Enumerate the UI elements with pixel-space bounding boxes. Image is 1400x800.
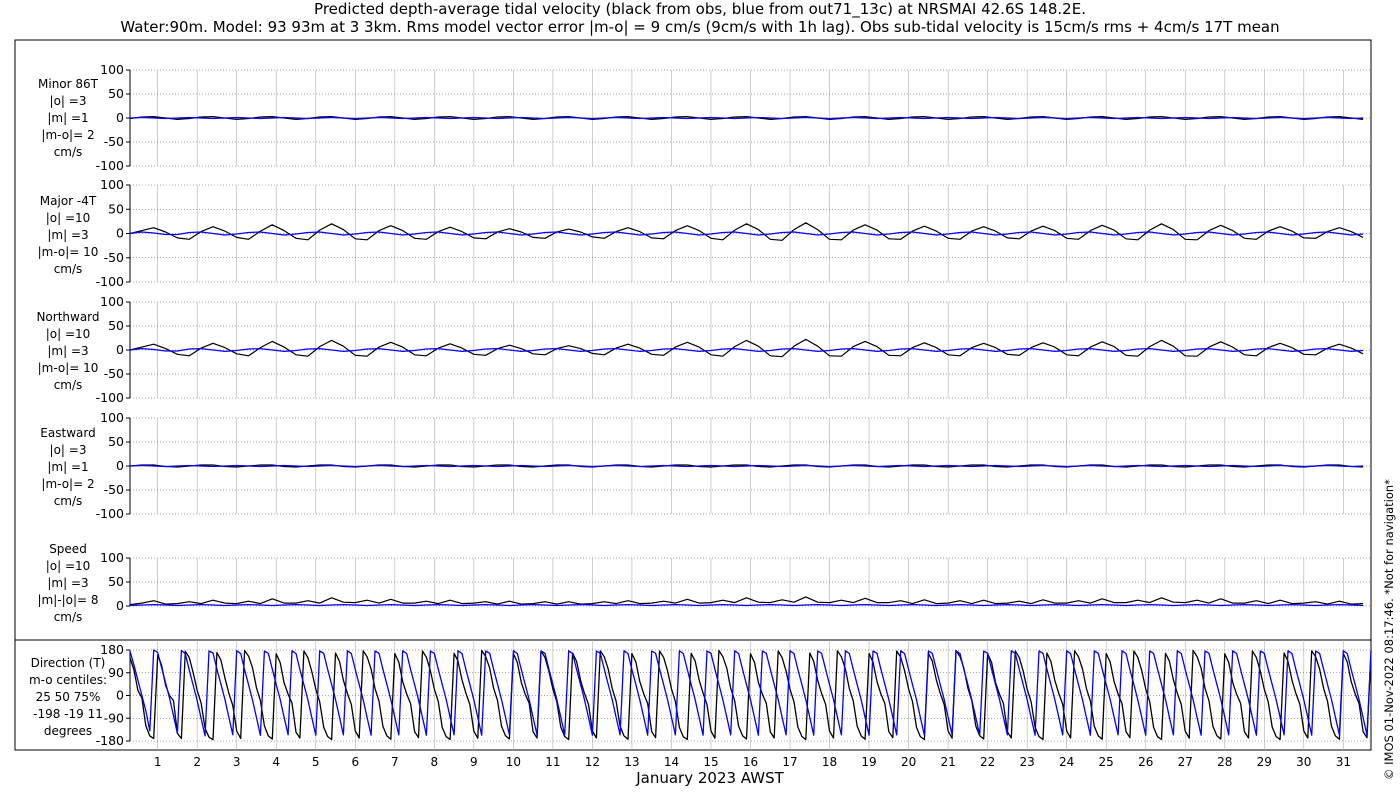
x-tick-label: 21: [940, 755, 955, 769]
x-tick-label: 10: [506, 755, 521, 769]
x-tick-label: 2: [193, 755, 201, 769]
row-label-line: |m-o|= 10: [37, 361, 99, 375]
x-tick-label: 19: [861, 755, 876, 769]
row-label-line: |m| =3: [47, 576, 89, 590]
model-series-line: [129, 464, 1364, 468]
y-tick-label: 100: [100, 177, 124, 192]
x-tick-label: 9: [470, 755, 478, 769]
row-label-line: |o| =10: [45, 559, 91, 573]
row-label-line: |m| =1: [47, 460, 89, 474]
row-label-north: Northward |o| =10 |m| =3 |m-o|= 10 cm/s: [15, 309, 121, 394]
model-series-line: [129, 116, 1364, 120]
row-label-line: cm/s: [53, 610, 83, 624]
row-label-line: 25 50 75%: [35, 690, 101, 704]
row-label-line: |o| =3: [49, 443, 87, 457]
row-label-line: cm/s: [53, 262, 83, 276]
x-tick-label: 24: [1059, 755, 1074, 769]
copyright-notice: © IMOS 01-Nov-2022 08:17:46. *Not for na…: [1382, 479, 1396, 780]
row-label-line: degrees: [43, 724, 93, 738]
x-tick-label: 30: [1296, 755, 1311, 769]
row-label-line: |m|-|o|= 8: [37, 593, 99, 607]
x-tick-label: 26: [1138, 755, 1153, 769]
row-label-line: cm/s: [53, 494, 83, 508]
obs-series-line: [129, 222, 1364, 241]
x-tick-label: 12: [585, 755, 600, 769]
x-tick-label: 18: [822, 755, 837, 769]
row-label-line: |m| =3: [47, 344, 89, 358]
panel-major: -100-50050100: [96, 177, 1371, 289]
x-tick-label: 28: [1217, 755, 1232, 769]
obs-series-line: [129, 338, 1364, 358]
panel-east: -100-50050100: [96, 410, 1371, 521]
x-tick-label: 25: [1099, 755, 1114, 769]
row-label-speed: Speed |o| =10 |m| =3 |m|-|o|= 8 cm/s: [15, 541, 121, 626]
x-axis-label: January 2023 AWST: [636, 769, 784, 787]
row-label-east: Eastward |o| =3 |m| =1 |m-o|= 2 cm/s: [15, 425, 121, 510]
row-label-line: Speed: [49, 542, 87, 556]
x-tick-label: 1: [154, 755, 162, 769]
row-label-direction: Direction (T) m-o centiles: 25 50 75% -198 …: [15, 655, 121, 740]
row-label-line: |o| =10: [45, 211, 91, 225]
row-label-line: |m| =3: [47, 228, 89, 242]
row-label-line: |m| =1: [47, 111, 89, 125]
row-label-line: cm/s: [53, 378, 83, 392]
row-label-line: |o| =10: [45, 327, 91, 341]
x-tick-label: 4: [272, 755, 280, 769]
upper-panel-frame: [14, 39, 1372, 641]
y-tick-label: 100: [100, 62, 124, 77]
model-series-line: [129, 604, 1364, 607]
x-tick-label: 27: [1178, 755, 1193, 769]
obs-series-line: [129, 596, 1364, 606]
x-tick-label: 20: [901, 755, 916, 769]
y-tick-label: 100: [100, 294, 124, 309]
x-tick-label: 5: [312, 755, 320, 769]
y-tick-label: 100: [100, 410, 124, 425]
row-label-line: Eastward: [40, 426, 96, 440]
x-tick-label: 29: [1257, 755, 1272, 769]
row-label-minor: Minor 86T |o| =3 |m| =1 |m-o|= 2 cm/s: [15, 76, 121, 161]
panel-speed: 050100: [100, 550, 1371, 613]
x-tick-label: 16: [743, 755, 758, 769]
x-tick-label: 3: [233, 755, 241, 769]
x-tick-label: 13: [624, 755, 639, 769]
panel-minor: -100-50050100: [96, 62, 1371, 173]
row-label-line: m-o centiles:: [28, 673, 108, 687]
x-tick-label: 6: [351, 755, 359, 769]
x-tick-label: 11: [545, 755, 560, 769]
row-label-line: |m-o|= 2: [41, 128, 95, 142]
panel-north: -100-50050100: [96, 294, 1371, 405]
x-tick-label: 14: [664, 755, 679, 769]
row-label-major: Major -4T |o| =10 |m| =3 |m-o|= 10 cm/s: [15, 193, 121, 278]
row-label-line: Minor 86T: [38, 77, 98, 91]
row-label-line: |m-o|= 10: [37, 245, 99, 259]
row-label-line: |o| =3: [49, 94, 87, 108]
row-label-line: -198 -19 11: [33, 707, 103, 721]
x-tick-label: 17: [782, 755, 797, 769]
x-tick-label: 15: [703, 755, 718, 769]
x-tick-label: 31: [1336, 755, 1351, 769]
x-tick-label: 23: [1020, 755, 1035, 769]
x-tick-label: 8: [431, 755, 439, 769]
row-label-line: |m-o|= 2: [41, 477, 95, 491]
x-tick-label: 7: [391, 755, 399, 769]
x-tick-label: 22: [980, 755, 995, 769]
tidal-velocity-chart: -100-50050100-100-50050100-100-50050100-…: [14, 39, 1372, 769]
row-label-line: Northward: [36, 310, 100, 324]
row-label-line: Direction (T): [30, 656, 106, 670]
row-label-line: Major -4T: [39, 194, 97, 208]
row-label-line: cm/s: [53, 145, 83, 159]
